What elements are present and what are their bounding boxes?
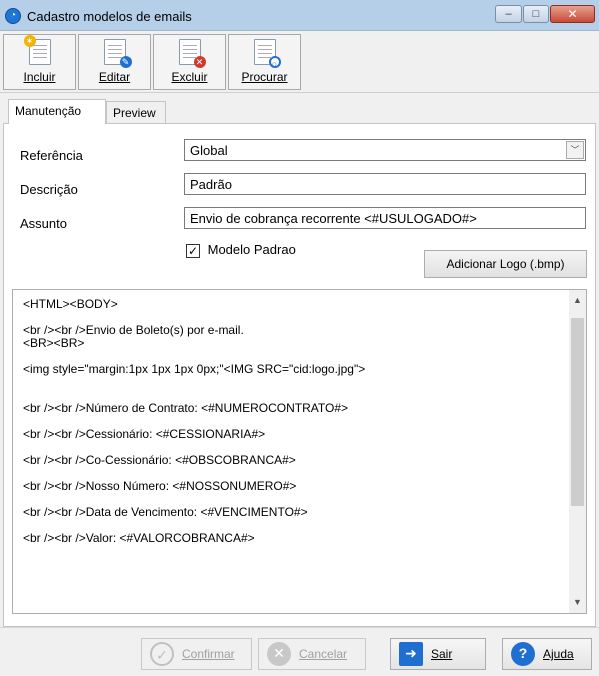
confirmar-button[interactable]: ✓ Confirmar (141, 638, 252, 670)
descricao-field[interactable]: Padrão (184, 173, 586, 195)
help-icon: ? (511, 642, 535, 666)
minimize-button[interactable]: – (495, 5, 522, 23)
excluir-button[interactable]: ✕ Excluir (153, 34, 226, 90)
cancelar-button[interactable]: ✕ Cancelar (258, 638, 366, 670)
adicionar-logo-button[interactable]: Adicionar Logo (.bmp) (424, 250, 587, 278)
exit-icon: ➜ (399, 642, 423, 666)
html-editor[interactable]: <HTML><BODY> <br /><br />Envio de Boleto… (12, 289, 587, 614)
cancel-icon: ✕ (267, 642, 291, 666)
incluir-label: Incluir (23, 70, 56, 84)
title-bar: ◔ Cadastro modelos de emails – □ ✕ (0, 0, 599, 31)
referencia-select[interactable]: Global ﹀ (184, 139, 586, 161)
sair-label: Sair (431, 647, 453, 661)
confirmar-label: Confirmar (182, 647, 235, 661)
check-icon: ✓ (150, 642, 174, 666)
editar-button[interactable]: ✎ Editar (78, 34, 151, 90)
modelo-padrao-checkbox[interactable]: ✓ Modelo Padrao (186, 242, 296, 258)
assunto-label: Assunto (20, 216, 67, 231)
sair-button[interactable]: ➜ Sair (390, 638, 486, 670)
search-document-icon: ○ (253, 39, 281, 69)
tab-manutencao[interactable]: Manutenção (8, 99, 106, 124)
delete-badge-icon: ✕ (193, 56, 206, 68)
checkbox-check-icon[interactable]: ✓ (186, 243, 200, 258)
maximize-button[interactable]: □ (523, 5, 549, 23)
referencia-value: Global (190, 143, 228, 158)
delete-document-icon: ✕ (178, 39, 206, 68)
main-panel: Manutenção Preview Referência Global ﹀ D… (3, 99, 596, 627)
window-title: Cadastro modelos de emails (27, 9, 192, 24)
sparkle-icon: ✶ (23, 35, 36, 47)
ajuda-label: Ajuda (543, 647, 574, 661)
tab-strip: Manutenção Preview (3, 99, 596, 124)
chevron-down-icon[interactable]: ﹀ (566, 141, 584, 159)
assunto-field[interactable]: Envio de cobrança recorrente <#USULOGADO… (184, 207, 586, 229)
descricao-label: Descrição (20, 182, 78, 197)
toolbar: ✶ Incluir ✎ Editar ✕ Excluir ○ Procurar (0, 31, 599, 93)
editar-label: Editar (98, 70, 131, 84)
excluir-label: Excluir (171, 70, 208, 84)
procurar-button[interactable]: ○ Procurar (228, 34, 301, 90)
app-icon: ◔ (5, 8, 21, 24)
scroll-up-icon[interactable]: ▲ (569, 292, 586, 309)
cancelar-label: Cancelar (299, 647, 348, 661)
procurar-label: Procurar (241, 70, 288, 84)
tab-content: Referência Global ﹀ Descrição Padrão Ass… (3, 123, 596, 627)
scroll-thumb[interactable] (571, 318, 584, 506)
close-button[interactable]: ✕ (550, 5, 595, 23)
vertical-scrollbar[interactable]: ▲ ▼ (569, 290, 586, 613)
footer-bar: ✓ Confirmar ✕ Cancelar ➜ Sair ? Ajuda (0, 627, 599, 676)
ajuda-button[interactable]: ? Ajuda (502, 638, 592, 670)
editor-content[interactable]: <HTML><BODY> <br /><br />Envio de Boleto… (23, 298, 564, 545)
magnifier-icon: ○ (268, 56, 281, 69)
incluir-button[interactable]: ✶ Incluir (3, 34, 76, 90)
referencia-label: Referência (20, 148, 83, 163)
pencil-icon: ✎ (119, 56, 132, 68)
new-document-icon: ✶ (23, 35, 51, 65)
modelo-padrao-label: Modelo Padrao (207, 242, 296, 257)
edit-document-icon: ✎ (103, 39, 132, 68)
scroll-down-icon[interactable]: ▼ (569, 594, 586, 611)
tab-preview[interactable]: Preview (106, 101, 166, 123)
